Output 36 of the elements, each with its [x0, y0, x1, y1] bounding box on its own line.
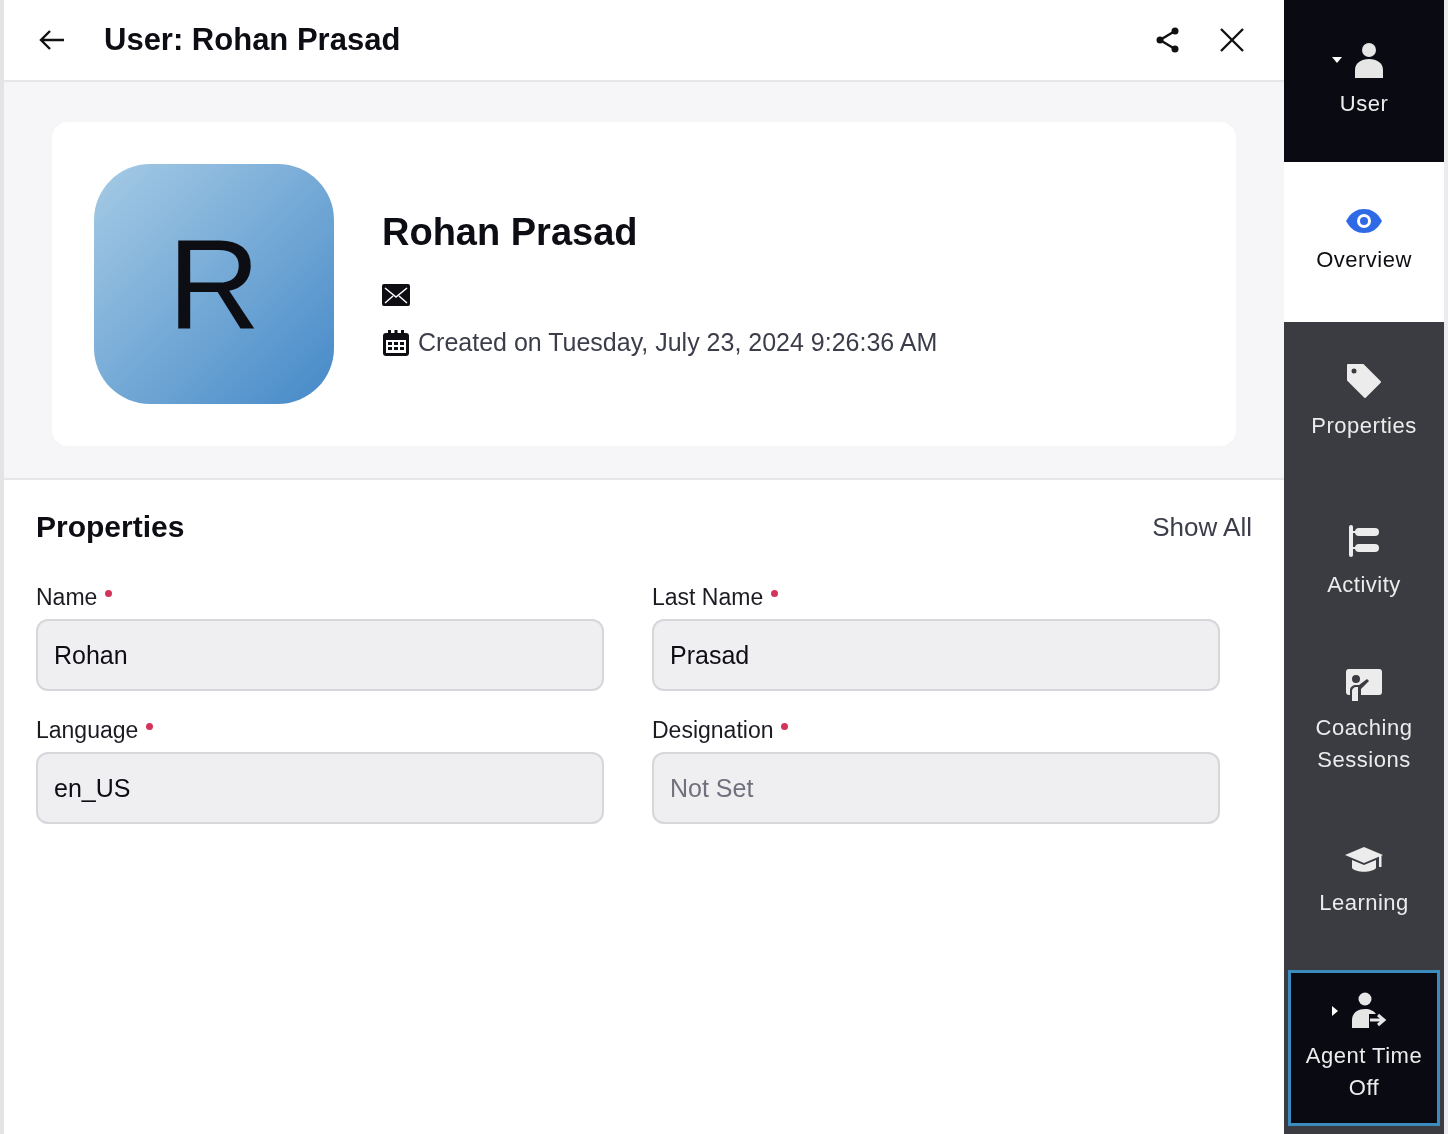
teaching-board-icon: [1345, 668, 1383, 702]
field-label: Designation: [652, 717, 774, 744]
show-all-link[interactable]: Show All: [1152, 511, 1252, 543]
field-label: Language: [36, 717, 139, 744]
input-field[interactable]: Prasad: [652, 619, 1220, 691]
user-name: Rohan Prasad: [382, 211, 638, 254]
nav-tab[interactable]: Learning: [1284, 802, 1444, 962]
nav-group[interactable]: Agent Time Off: [1288, 970, 1440, 1126]
nav-tab[interactable]: Properties: [1284, 322, 1444, 482]
nav-tab[interactable]: Overview: [1284, 162, 1444, 322]
nav-tab[interactable]: Coaching Sessions: [1284, 642, 1444, 802]
avatar: R: [94, 164, 334, 404]
nav-label: Activity: [1326, 571, 1402, 599]
nav-tab[interactable]: Activity: [1284, 482, 1444, 642]
person-exit-icon: [1351, 992, 1387, 1030]
nav-label: Properties: [1310, 412, 1418, 440]
nav-label: User: [1338, 90, 1390, 118]
tag-icon: [1345, 362, 1383, 400]
calendar-icon: [382, 328, 410, 357]
created-date: Created on Tuesday, July 23, 2024 9:26:36 AM: [418, 328, 938, 357]
person-icon: [1353, 42, 1385, 78]
nav-label: Coaching Sessions: [1314, 714, 1414, 774]
input-field[interactable]: Rohan: [36, 619, 604, 691]
envelope-icon[interactable]: [382, 284, 410, 306]
nav-group[interactable]: User: [1284, 0, 1444, 162]
nav-label: Learning: [1318, 889, 1410, 917]
nav-label: Overview: [1315, 246, 1413, 274]
input-field[interactable]: en_US: [36, 752, 604, 824]
input-field[interactable]: Not Set: [652, 752, 1220, 824]
eye-icon: [1345, 208, 1383, 234]
page-title: User: Rohan Prasad: [104, 22, 401, 58]
nav-label: Agent Time Off: [1304, 1042, 1424, 1102]
field-label: Last Name: [652, 584, 764, 611]
timeline-icon: [1346, 523, 1382, 559]
section-title: Properties: [36, 510, 185, 544]
field-label: Name: [36, 584, 98, 611]
